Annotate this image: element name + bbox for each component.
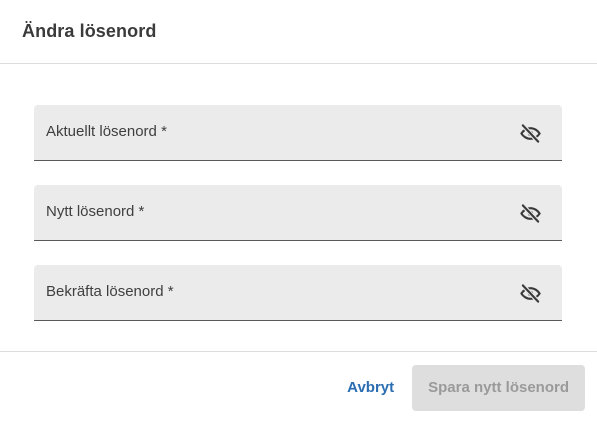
new-password-field[interactable]: Nytt lösenord * [34, 185, 562, 241]
current-password-input[interactable] [34, 105, 562, 160]
dialog-header: Ändra lösenord [0, 0, 597, 64]
dialog-title: Ändra lösenord [22, 21, 157, 41]
confirm-password-input[interactable] [34, 265, 562, 320]
dialog-body: Aktuellt lösenord * Nytt lösenord * Bekr… [0, 64, 597, 352]
eye-off-icon[interactable] [518, 121, 542, 145]
eye-off-icon[interactable] [518, 281, 542, 305]
cancel-button[interactable]: Avbryt [337, 369, 404, 406]
dialog-footer: Avbryt Spara nytt lösenord [0, 352, 597, 423]
eye-off-icon[interactable] [518, 201, 542, 225]
change-password-dialog: Ändra lösenord Aktuellt lösenord * Nytt … [0, 0, 597, 424]
confirm-password-field[interactable]: Bekräfta lösenord * [34, 265, 562, 321]
new-password-input[interactable] [34, 185, 562, 240]
current-password-field[interactable]: Aktuellt lösenord * [34, 105, 562, 161]
save-new-password-button[interactable]: Spara nytt lösenord [412, 364, 585, 411]
